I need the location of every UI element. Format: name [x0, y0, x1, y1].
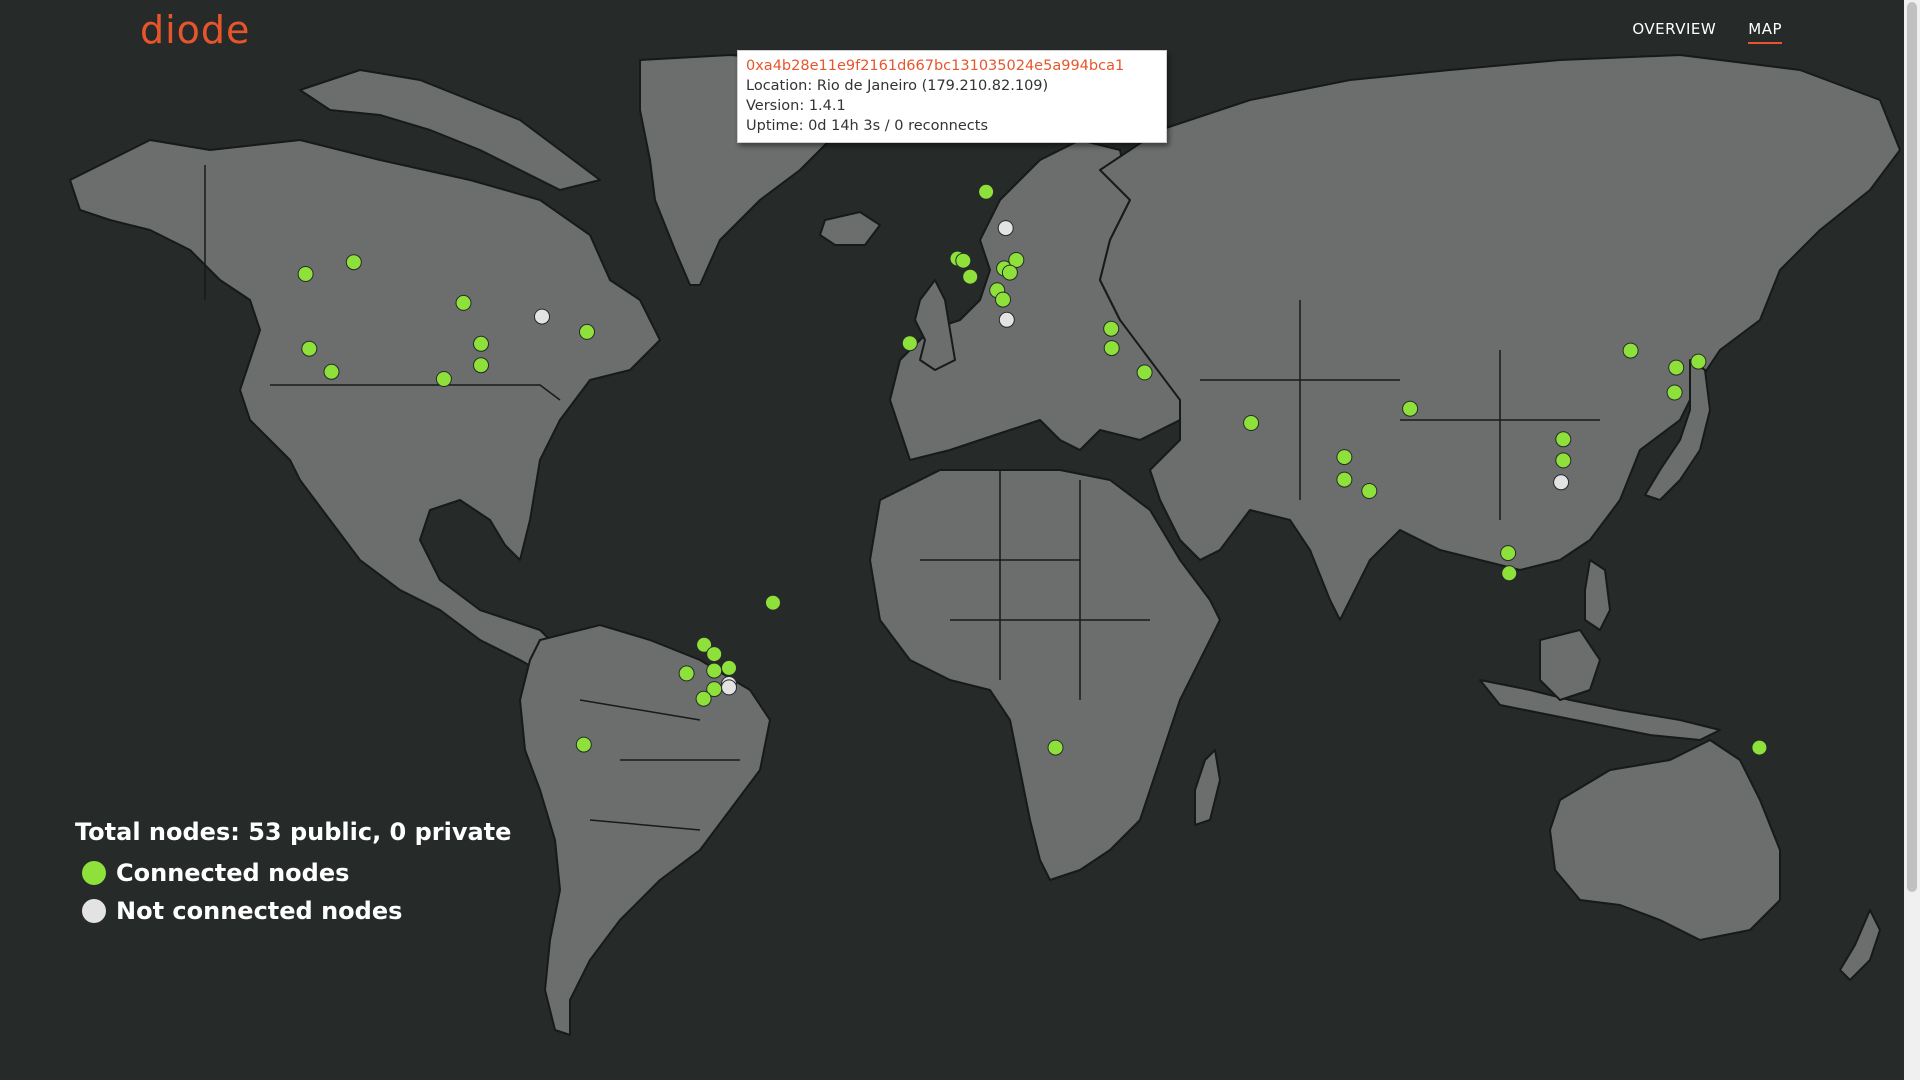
nav-overview[interactable]: OVERVIEW — [1632, 20, 1716, 44]
connected-node-marker[interactable] — [1243, 415, 1260, 431]
node-tooltip: 0xa4b28e11e9f2161d667bc131035024e5a994bc… — [737, 50, 1167, 143]
borneo-landmass — [1539, 629, 1601, 701]
not-connected-node-marker[interactable] — [997, 220, 1014, 237]
not-connected-node-marker[interactable] — [534, 308, 550, 325]
indonesia-landmass — [1479, 679, 1721, 741]
connected-node-marker[interactable] — [995, 291, 1011, 308]
connected-node-marker[interactable] — [695, 690, 712, 707]
connected-node-marker[interactable] — [678, 665, 695, 682]
vertical-scrollbar[interactable] — [1904, 0, 1920, 1080]
connected-node-marker[interactable] — [1136, 364, 1153, 381]
connected-node-marker[interactable] — [1751, 739, 1768, 756]
connected-node-marker[interactable] — [323, 363, 340, 380]
tooltip-version: Version: 1.4.1 — [746, 98, 846, 114]
connected-node-marker[interactable] — [1361, 483, 1378, 499]
top-nav: OVERVIEW MAP — [1632, 20, 1782, 44]
tooltip-node-address[interactable]: 0xa4b28e11e9f2161d667bc131035024e5a994bc… — [746, 56, 1158, 76]
connected-node-marker[interactable] — [435, 371, 452, 387]
connected-node-marker[interactable] — [1336, 471, 1353, 488]
legend-connected-label: Connected nodes — [116, 859, 350, 887]
asia-landmass — [1099, 54, 1901, 621]
legend-not-connected: Not connected nodes — [75, 892, 511, 930]
not-connected-dot-icon — [82, 899, 106, 923]
legend-connected: Connected nodes — [75, 854, 511, 892]
not-connected-node-marker[interactable] — [1553, 474, 1570, 491]
connected-node-marker[interactable] — [901, 335, 918, 352]
uk-landmass — [914, 279, 956, 371]
connected-node-marker[interactable] — [345, 254, 362, 271]
connected-node-marker[interactable] — [473, 357, 489, 374]
connected-dot-icon — [82, 861, 106, 885]
connected-node-marker[interactable] — [962, 268, 979, 285]
connected-node-marker[interactable] — [579, 323, 595, 340]
connected-node-marker[interactable] — [706, 646, 723, 663]
connected-node-marker[interactable] — [575, 736, 592, 753]
connected-node-marker[interactable] — [1001, 264, 1018, 281]
north-america-landmass — [69, 139, 661, 701]
connected-node-marker[interactable] — [1690, 353, 1707, 370]
connected-node-marker[interactable] — [1103, 320, 1120, 337]
connected-node-marker[interactable] — [978, 183, 995, 200]
new-zealand-landmass — [1839, 909, 1881, 981]
connected-node-marker[interactable] — [1336, 449, 1353, 466]
connected-node-marker[interactable] — [765, 594, 781, 611]
connected-node-marker[interactable] — [955, 252, 972, 269]
connected-node-marker[interactable] — [1668, 359, 1685, 376]
connected-node-marker[interactable] — [1500, 545, 1517, 562]
connected-node-marker[interactable] — [297, 266, 314, 282]
connected-node-marker[interactable] — [1622, 342, 1639, 359]
connected-node-marker[interactable] — [721, 659, 737, 676]
connected-node-marker[interactable] — [1103, 340, 1120, 357]
total-nodes-label: Total nodes: 53 public, 0 private — [75, 818, 512, 846]
not-connected-node-marker[interactable] — [721, 679, 737, 696]
connected-node-marker[interactable] — [1501, 565, 1518, 582]
map-legend: Total nodes: 53 public, 0 private Connec… — [75, 818, 511, 930]
not-connected-node-marker[interactable] — [998, 311, 1015, 328]
philippines-landmass — [1584, 559, 1611, 631]
nav-map[interactable]: MAP — [1748, 20, 1782, 44]
connected-node-marker[interactable] — [706, 662, 723, 679]
legend-not-connected-label: Not connected nodes — [116, 897, 403, 925]
app-root: diode OVERVIEW MAP 0xa4b28e11e9f2161d667… — [0, 0, 1920, 1080]
connected-node-marker[interactable] — [455, 294, 472, 311]
africa-landmass — [869, 469, 1221, 881]
connected-node-marker[interactable] — [1555, 431, 1572, 448]
tooltip-uptime: Uptime: 0d 14h 3s / 0 reconnects — [746, 118, 988, 134]
australia-landmass — [1549, 739, 1781, 941]
iceland-landmass — [819, 211, 881, 246]
connected-node-marker[interactable] — [301, 340, 318, 357]
connected-node-marker[interactable] — [1402, 400, 1419, 417]
connected-node-marker[interactable] — [1555, 452, 1572, 469]
scrollbar-thumb[interactable] — [1907, 2, 1917, 892]
connected-node-marker[interactable] — [1047, 739, 1064, 756]
tooltip-location: Location: Rio de Janeiro (179.210.82.109… — [746, 78, 1049, 94]
connected-node-marker[interactable] — [473, 335, 489, 352]
connected-node-marker[interactable] — [1666, 384, 1683, 401]
diode-logo[interactable]: diode — [140, 8, 250, 52]
madagascar-landmass — [1194, 749, 1221, 826]
